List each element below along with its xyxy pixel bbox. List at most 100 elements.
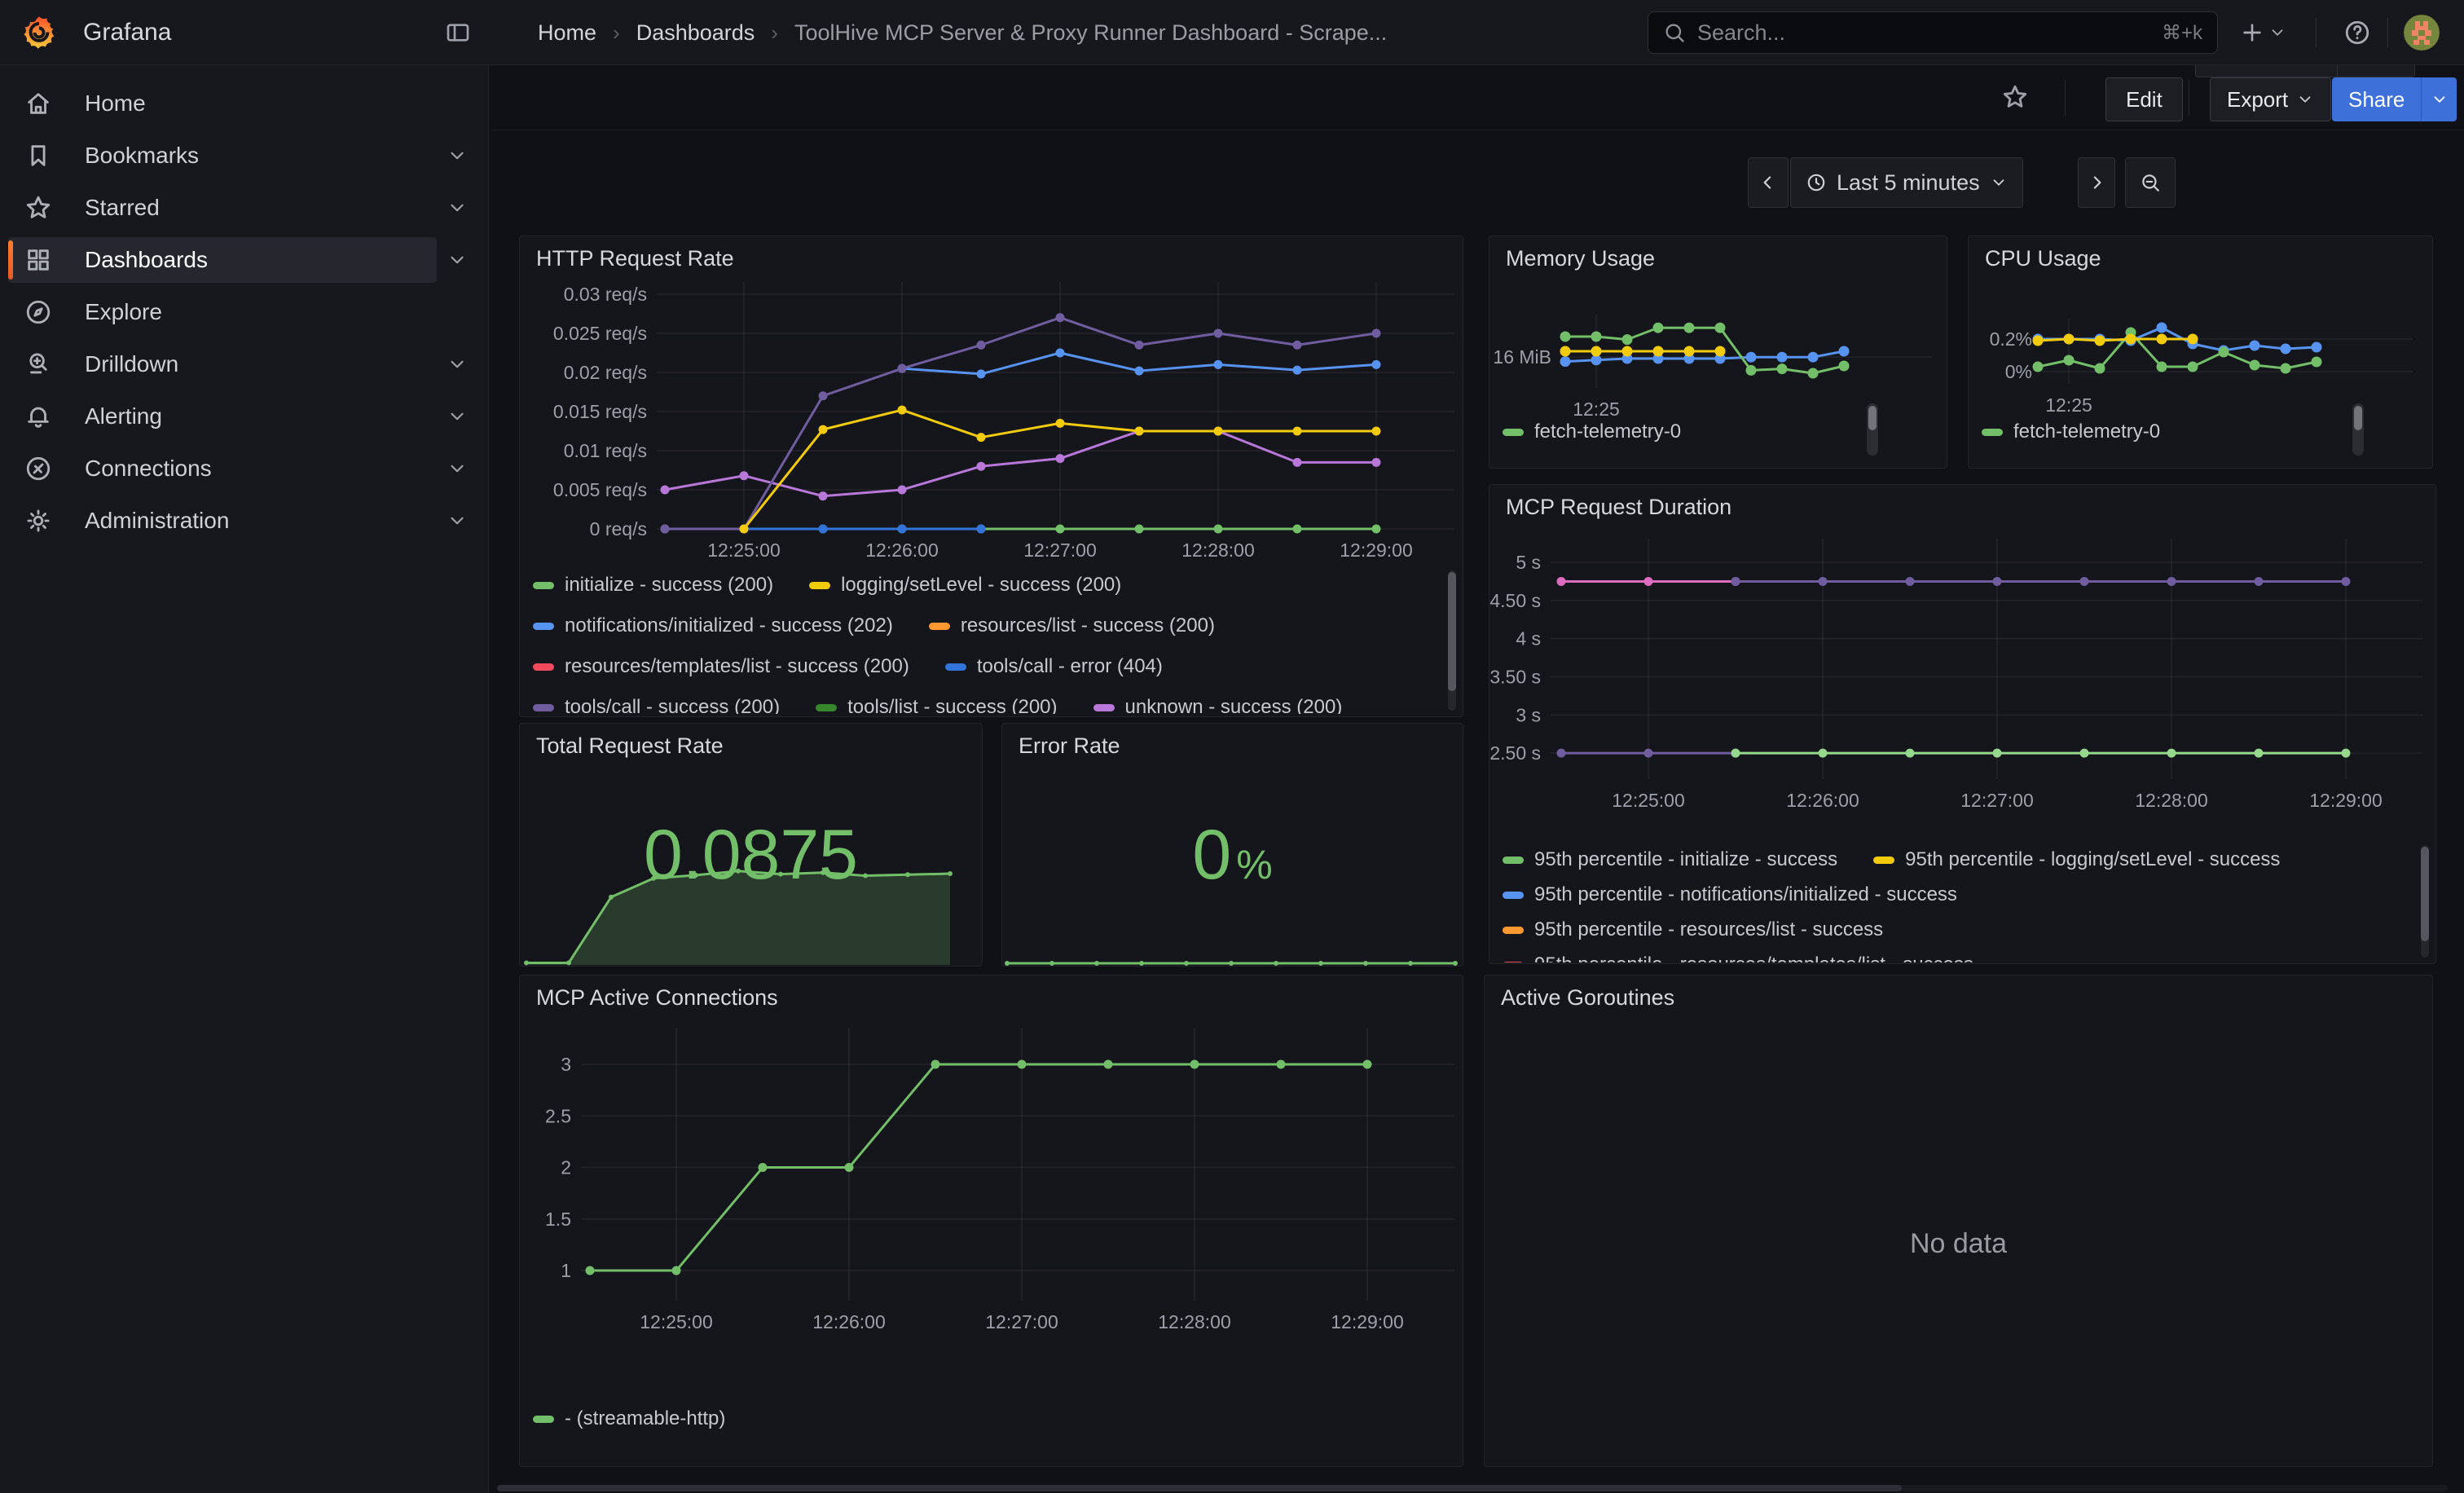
time-shift-back-button[interactable] xyxy=(1748,157,1789,208)
legend-swatch xyxy=(533,623,554,630)
sidebar-item-label: Dashboards xyxy=(85,247,208,273)
breadcrumb-dashboards[interactable]: Dashboards xyxy=(636,20,755,46)
svg-text:12:25:00: 12:25:00 xyxy=(640,1311,713,1332)
legend-item[interactable]: tools/list - success (200) xyxy=(816,696,1057,714)
legend-swatch xyxy=(1982,429,2003,436)
divider xyxy=(2387,18,2388,47)
panel-title[interactable]: MCP Active Connections xyxy=(536,985,778,1011)
help-button[interactable] xyxy=(2343,19,2371,46)
svg-text:12:25:00: 12:25:00 xyxy=(707,540,781,561)
sidebar-item-administration[interactable]: Administration xyxy=(8,498,437,544)
legend-item[interactable]: resources/list - success (200) xyxy=(929,614,1215,637)
chevron-down-icon[interactable] xyxy=(447,145,468,166)
legend-item[interactable]: unknown - success (200) xyxy=(1093,696,1343,714)
panel-title[interactable]: HTTP Request Rate xyxy=(536,246,734,271)
sidebar-item-label: Bookmarks xyxy=(85,143,199,169)
chevron-down-icon[interactable] xyxy=(447,510,468,531)
svg-text:2.5: 2.5 xyxy=(545,1105,571,1126)
chart-legend: initialize - success (200) logging/setLev… xyxy=(533,574,1441,714)
svg-text:12:26:00: 12:26:00 xyxy=(1786,790,1859,811)
svg-text:12:29:00: 12:29:00 xyxy=(1331,1311,1404,1332)
breadcrumb-home[interactable]: Home xyxy=(538,20,596,46)
new-button[interactable] xyxy=(2239,20,2286,46)
zoom-out-button[interactable] xyxy=(2125,157,2176,208)
chevron-down-icon[interactable] xyxy=(447,197,468,218)
panel-title[interactable]: Active Goroutines xyxy=(1501,985,1674,1011)
sidebar-item-alerting[interactable]: Alerting xyxy=(8,394,437,439)
avatar[interactable] xyxy=(2404,15,2440,51)
sidebar-item-explore[interactable]: Explore xyxy=(8,289,437,335)
sidebar-item-home[interactable]: Home xyxy=(8,81,437,126)
legend-item[interactable]: tools/call - success (200) xyxy=(533,696,780,714)
svg-text:0.2%: 0.2% xyxy=(1990,328,2032,350)
legend-label: - (streamable-http) xyxy=(565,1407,725,1430)
sidebar-item-label: Drilldown xyxy=(85,351,178,377)
stat-suffix: % xyxy=(1236,841,1272,888)
drilldown-icon xyxy=(24,350,52,378)
legend-swatch xyxy=(533,1416,554,1423)
legend-item[interactable]: 95th percentile - resources/templates/li… xyxy=(1503,953,1973,962)
chevron-down-icon[interactable] xyxy=(447,354,468,375)
legend-label: tools/call - success (200) xyxy=(565,696,780,714)
sidebar-item-drilldown[interactable]: Drilldown xyxy=(8,341,437,387)
chevron-down-icon[interactable] xyxy=(447,406,468,427)
legend-item[interactable]: 95th percentile - notifications/initiali… xyxy=(1503,883,1957,906)
legend-item[interactable]: tools/call - error (404) xyxy=(945,655,1163,678)
legend-item[interactable]: resources/templates/list - success (200) xyxy=(533,655,909,678)
legend-scrollbar[interactable] xyxy=(2421,845,2429,958)
legend-scrollbar[interactable] xyxy=(1867,403,1878,456)
panel-title[interactable]: Total Request Rate xyxy=(536,733,724,759)
clock-icon xyxy=(1806,172,1827,193)
legend-scrollbar[interactable] xyxy=(2352,403,2364,456)
search-shortcut: ⌘+k xyxy=(2162,21,2202,45)
legend-label: fetch-telemetry-0 xyxy=(1534,421,1681,443)
legend-item[interactable]: fetch-telemetry-0 xyxy=(1982,421,2160,443)
legend-item[interactable]: logging/setLevel - success (200) xyxy=(809,574,1121,597)
legend-label: 95th percentile - notifications/initiali… xyxy=(1534,883,1957,906)
legend-item[interactable]: 95th percentile - initialize - success xyxy=(1503,848,1837,871)
panel-title[interactable]: Memory Usage xyxy=(1506,246,1655,271)
sidebar-item-bookmarks[interactable]: Bookmarks xyxy=(8,133,437,178)
time-range-picker[interactable]: Last 5 minutes xyxy=(1790,157,2023,208)
sidebar-item-label: Alerting xyxy=(85,403,162,429)
favorite-star-button[interactable] xyxy=(2001,83,2029,111)
legend-item[interactable]: 95th percentile - logging/setLevel - suc… xyxy=(1873,848,2280,871)
dock-menu-icon[interactable] xyxy=(445,20,471,46)
edit-button[interactable]: Edit xyxy=(2105,77,2183,121)
legend-item[interactable]: 95th percentile - resources/list - succe… xyxy=(1503,918,1883,941)
dashboard-horizontal-scrollbar[interactable] xyxy=(497,1485,2448,1491)
legend-item[interactable]: notifications/initialized - success (202… xyxy=(533,614,893,637)
share-button[interactable]: Share xyxy=(2332,77,2421,121)
legend-item[interactable]: initialize - success (200) xyxy=(533,574,773,597)
brand-name: Grafana xyxy=(83,0,171,65)
grafana-logo[interactable] xyxy=(21,15,57,51)
sidebar-item-dashboards[interactable]: Dashboards xyxy=(8,237,437,283)
share-button-label: Share xyxy=(2348,87,2405,112)
legend-item[interactable]: fetch-telemetry-0 xyxy=(1503,421,1681,443)
question-circle-icon xyxy=(2343,19,2371,46)
legend-item[interactable]: - (streamable-http) xyxy=(533,1407,725,1430)
svg-text:1.5: 1.5 xyxy=(545,1209,571,1230)
svg-text:12:29:00: 12:29:00 xyxy=(1340,540,1413,561)
legend-label: fetch-telemetry-0 xyxy=(2013,421,2160,443)
legend-swatch xyxy=(533,704,554,711)
panel-title[interactable]: Error Rate xyxy=(1019,733,1120,759)
export-button[interactable]: Export xyxy=(2210,77,2331,121)
time-shift-forward-button[interactable] xyxy=(2078,157,2115,208)
svg-text:12:27:00: 12:27:00 xyxy=(1023,540,1097,561)
chevron-down-icon[interactable] xyxy=(447,249,468,271)
panel-title[interactable]: CPU Usage xyxy=(1985,246,2101,271)
sidebar-item-connections[interactable]: Connections xyxy=(8,446,437,491)
legend-scrollbar[interactable] xyxy=(1448,570,1456,711)
panel-title[interactable]: MCP Request Duration xyxy=(1506,495,1731,520)
chevron-down-icon[interactable] xyxy=(447,458,468,479)
svg-text:0.025 req/s: 0.025 req/s xyxy=(553,323,647,344)
legend-label: 95th percentile - logging/setLevel - suc… xyxy=(1905,848,2280,871)
panel-mcp-active-connections: MCP Active Connections 11.522.5312:25:00… xyxy=(519,975,1463,1467)
panel-http-request-rate: HTTP Request Rate 0 req/s0.005 req/s0.01… xyxy=(519,236,1463,717)
search-input[interactable] xyxy=(1697,20,2150,46)
sidebar-item-starred[interactable]: Starred xyxy=(8,185,437,231)
mcp-active-connections-chart[interactable]: 11.522.5312:25:0012:26:0012:27:0012:28:0… xyxy=(520,976,1463,1466)
search-bar[interactable]: ⌘+k xyxy=(1648,11,2218,54)
share-menu-button[interactable] xyxy=(2421,77,2457,121)
